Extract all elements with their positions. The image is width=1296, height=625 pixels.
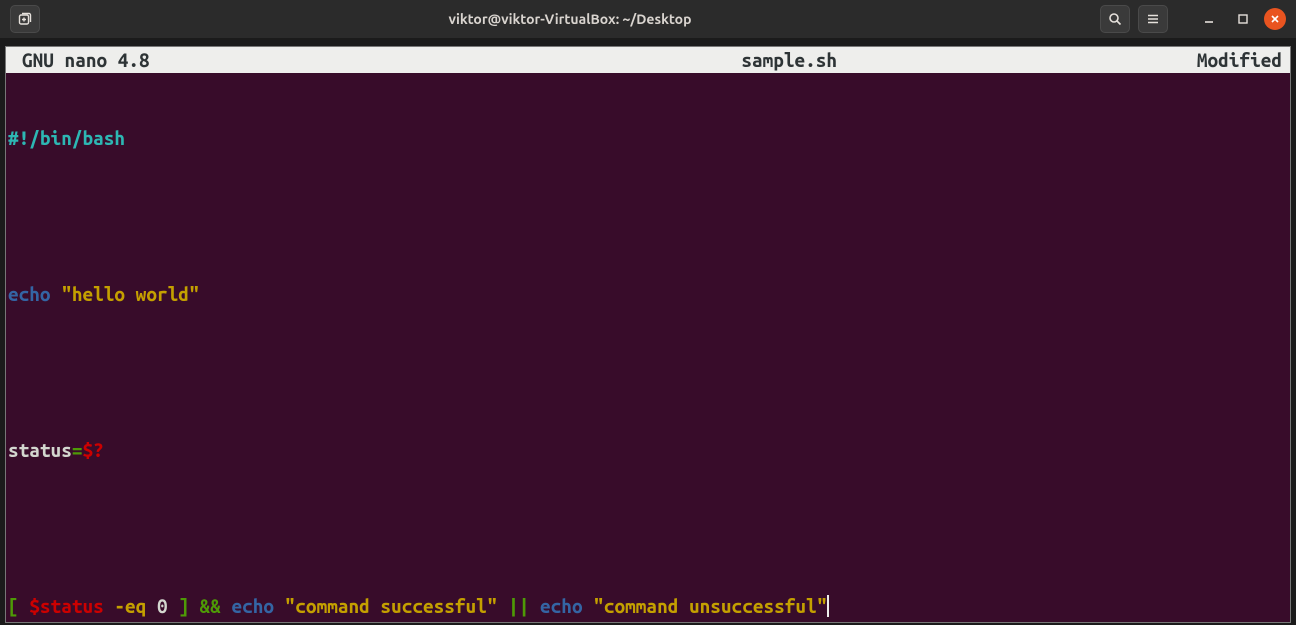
window-titlebar: viktor@viktor-VirtualBox: ~/Desktop [0, 0, 1296, 38]
code-string: "command successful" [285, 595, 498, 617]
code-exit-status: $? [82, 439, 103, 461]
nano-app-name: GNU nano 4.8 [8, 47, 430, 73]
close-button[interactable] [1264, 8, 1286, 30]
code-string: "command unsuccessful" [593, 595, 827, 617]
maximize-button[interactable] [1230, 6, 1256, 32]
search-button[interactable] [1100, 5, 1130, 33]
terminal[interactable]: GNU nano 4.8 sample.sh Modified #!/bin/b… [5, 46, 1291, 623]
nano-filename: sample.sh [430, 47, 1148, 73]
window-title: viktor@viktor-VirtualBox: ~/Desktop [40, 11, 1100, 27]
hamburger-menu-button[interactable] [1138, 5, 1168, 33]
code-string: "hello world" [61, 283, 199, 305]
text-cursor [827, 595, 829, 617]
minimize-button[interactable] [1196, 6, 1222, 32]
code-var-name: status [8, 439, 72, 461]
code-shebang: #!/bin/bash [8, 127, 125, 149]
nano-status: Modified [1148, 47, 1288, 73]
code-echo: echo [8, 283, 51, 305]
new-tab-button[interactable] [10, 5, 40, 33]
nano-titlebar: GNU nano 4.8 sample.sh Modified [6, 47, 1290, 73]
code-var-ref: $status [29, 595, 103, 617]
nano-editor-area[interactable]: #!/bin/bash echo "hello world" status=$?… [6, 73, 1290, 625]
